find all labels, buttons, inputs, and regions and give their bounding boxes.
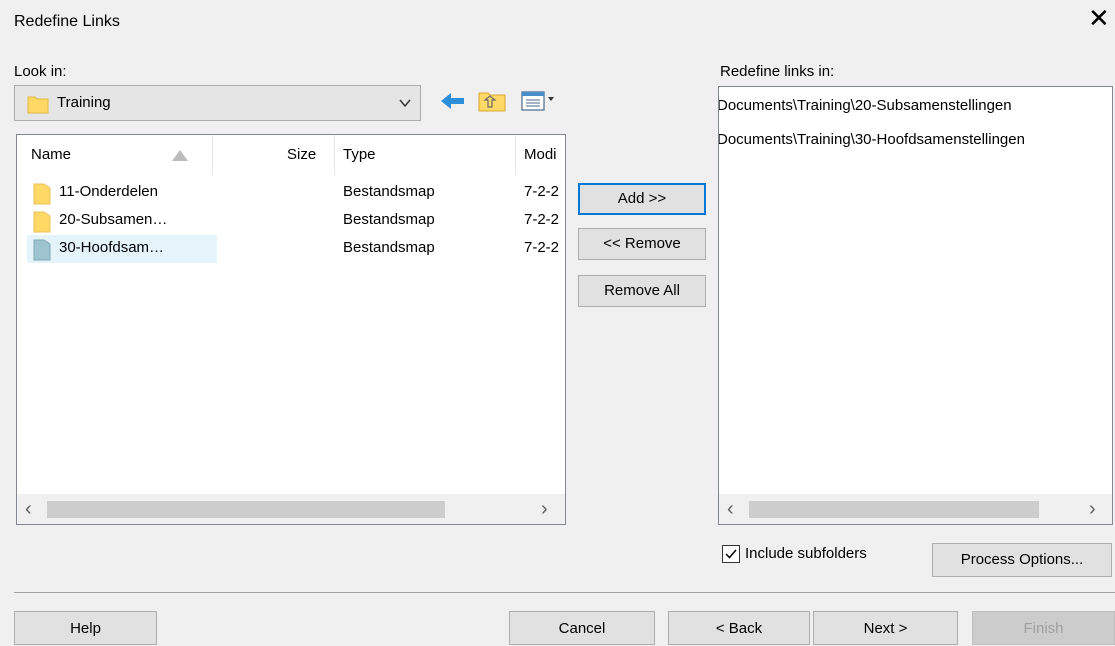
- file-type: Bestandsmap: [343, 211, 435, 228]
- file-list[interactable]: Name Size Type Modi 11-Onderdelen Bestan…: [16, 134, 566, 525]
- add-button[interactable]: Add >>: [578, 183, 706, 215]
- file-type: Bestandsmap: [343, 239, 435, 256]
- redefine-list-scrollbar[interactable]: ‹ ›: [719, 494, 1112, 524]
- chevron-down-icon: [399, 99, 411, 108]
- column-divider[interactable]: [334, 135, 335, 175]
- file-name: 20-Subsamen…: [59, 211, 168, 228]
- redefine-links-list[interactable]: Documents\Training\20-Subsamenstellingen…: [718, 86, 1113, 525]
- remove-all-button[interactable]: Remove All: [578, 275, 706, 307]
- file-name: 30-Hoofdsam…: [59, 239, 165, 256]
- scroll-right-icon[interactable]: ›: [1089, 498, 1096, 521]
- file-name: 11-Onderdelen: [59, 183, 158, 200]
- include-subfolders-label[interactable]: Include subfolders: [745, 545, 867, 562]
- view-menu-icon: [521, 91, 554, 111]
- scrollbar-thumb[interactable]: [749, 501, 1039, 518]
- finish-button: Finish: [972, 611, 1115, 645]
- back-arrow-icon: [441, 93, 464, 109]
- look-in-dropdown[interactable]: Training: [14, 85, 421, 121]
- file-row[interactable]: 20-Subsamen…: [27, 207, 217, 235]
- next-button[interactable]: Next >: [813, 611, 958, 645]
- remove-button[interactable]: << Remove: [578, 228, 706, 260]
- folder-icon: [33, 183, 51, 205]
- column-header-type[interactable]: Type: [343, 135, 376, 175]
- scrollbar-thumb[interactable]: [47, 501, 445, 518]
- folder-icon: [33, 211, 51, 233]
- checkmark-icon: [725, 549, 737, 559]
- cancel-button[interactable]: Cancel: [509, 611, 655, 645]
- sort-ascending-icon: [172, 150, 188, 161]
- column-header-name[interactable]: Name: [31, 135, 71, 175]
- redefine-links-label: Redefine links in:: [720, 63, 835, 80]
- look-in-value: Training: [57, 94, 111, 111]
- file-modified: 7-2-2: [524, 239, 560, 256]
- look-in-label: Look in:: [14, 63, 67, 80]
- scroll-left-icon[interactable]: ‹: [25, 498, 32, 521]
- folder-icon: [27, 96, 49, 114]
- close-icon[interactable]: ✕: [1088, 6, 1110, 32]
- process-options-button[interactable]: Process Options...: [932, 543, 1112, 577]
- column-divider[interactable]: [515, 135, 516, 175]
- file-row-selected[interactable]: 30-Hoofdsam…: [27, 235, 217, 263]
- list-item[interactable]: Documents\Training\20-Subsamenstellingen: [719, 97, 1012, 114]
- scroll-right-icon[interactable]: ›: [541, 498, 548, 521]
- file-modified: 7-2-2: [524, 211, 560, 228]
- up-folder-button[interactable]: [476, 86, 508, 116]
- file-modified: 7-2-2: [524, 183, 560, 200]
- column-divider[interactable]: [212, 135, 213, 175]
- help-button[interactable]: Help: [14, 611, 157, 645]
- footer-divider: [14, 592, 1115, 593]
- window-title: Redefine Links: [14, 13, 120, 30]
- back-step-button[interactable]: < Back: [668, 611, 810, 645]
- back-button[interactable]: [436, 86, 468, 116]
- view-menu-button[interactable]: [518, 86, 558, 116]
- include-subfolders-checkbox[interactable]: [722, 545, 740, 563]
- column-header-modified[interactable]: Modi: [524, 135, 557, 175]
- list-item[interactable]: Documents\Training\30-Hoofdsamenstelling…: [719, 131, 1025, 148]
- folder-icon: [33, 239, 51, 261]
- up-folder-icon: [478, 92, 506, 112]
- column-header-size[interactable]: Size: [287, 135, 316, 175]
- file-row[interactable]: 11-Onderdelen: [27, 179, 217, 207]
- file-list-scrollbar[interactable]: ‹ ›: [17, 494, 565, 524]
- file-type: Bestandsmap: [343, 183, 435, 200]
- scroll-left-icon[interactable]: ‹: [727, 498, 734, 521]
